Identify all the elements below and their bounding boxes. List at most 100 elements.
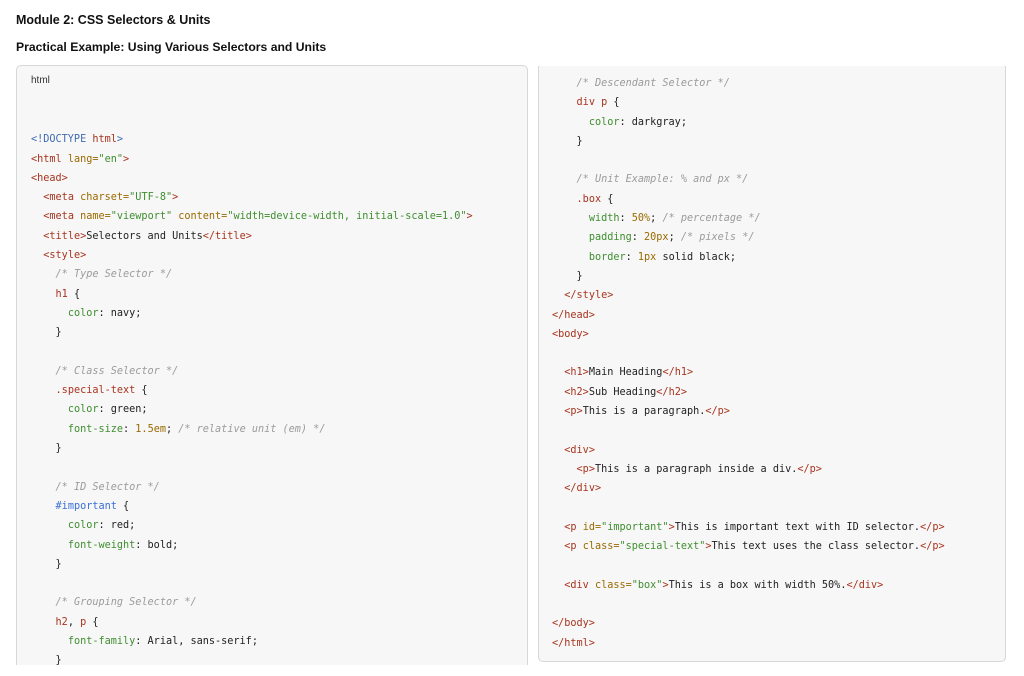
code-line: h2, p {: [31, 613, 473, 632]
code-token-cmt: /* ID Selector */: [55, 481, 160, 493]
code-line: <div class="box">This is a box with widt…: [552, 576, 945, 595]
code-line: /* Type Selector */: [31, 265, 473, 284]
code-token-plain: ,: [67, 616, 81, 628]
code-line: }: [552, 132, 945, 151]
code-line: <head>: [31, 169, 473, 188]
code-line: <h2>Sub Heading</h2>: [552, 383, 945, 402]
code-line: <style>: [31, 246, 473, 265]
code-token-attr: class=: [594, 579, 632, 591]
code-line: </head>: [552, 306, 945, 325]
code-line: color: red;: [31, 516, 473, 535]
code-token-num: 20px: [644, 232, 669, 244]
code-line: }: [31, 555, 473, 574]
code-token-str: "en": [98, 153, 124, 165]
code-token-plain: This text uses the class selector.: [711, 541, 921, 553]
code-line: .box {: [552, 190, 945, 209]
code-token-cmt: /* Class Selector */: [55, 365, 179, 377]
code-token-prop: font-family: [67, 636, 136, 648]
code-token-str: "important": [601, 521, 669, 533]
code-token-tag: >: [466, 211, 473, 223]
code-token-plain: : navy;: [98, 307, 142, 319]
code-token-plain: {: [607, 97, 620, 109]
code-token-num: 50%: [631, 213, 651, 225]
code-token-plain: }: [552, 135, 583, 147]
code-token-plain: This is important text with ID selector.: [674, 521, 921, 533]
code-token-sel: h2: [55, 616, 68, 628]
code-line: }: [552, 267, 945, 286]
code-line: color: darkgray;: [552, 113, 945, 132]
code-token-prop: color: [588, 116, 620, 128]
code-token-plain: }: [552, 270, 583, 282]
code-token-plain: ;: [165, 423, 179, 435]
code-line: <p>This is a paragraph inside a div.</p>: [552, 460, 945, 479]
code-token-plain: :: [123, 423, 136, 435]
code-token-tag: </h2>: [656, 386, 687, 398]
code-line: .special-text {: [31, 381, 473, 400]
code-line: </html>: [552, 634, 945, 653]
code-token-cmt: /* percentage */: [662, 213, 761, 225]
code-token-plain: This is a paragraph.: [582, 406, 706, 418]
code-token-attr: id=: [582, 521, 602, 533]
code-line: <p>This is a paragraph.</p>: [552, 402, 945, 421]
code-token-sel: h1: [55, 288, 68, 300]
code-line: font-family: Arial, sans-serif;: [31, 632, 473, 651]
code-token-prop: color: [67, 404, 99, 416]
code-token-plain: : bold;: [135, 539, 179, 551]
code-token-plain: : green;: [98, 404, 148, 416]
code-listing-left[interactable]: <!DOCTYPE html> <html lang="en"> <head> <m…: [31, 111, 473, 665]
code-line: </div>: [552, 479, 945, 498]
code-token-prop: width: [588, 213, 620, 225]
code-token-plain: Selectors and Units: [86, 230, 203, 242]
code-token-cmt: /* Unit Example: % and px */: [576, 174, 749, 186]
code-token-cmt: /* pixels */: [680, 232, 755, 244]
code-token-plain: ;: [650, 213, 663, 225]
code-line: <div>: [552, 441, 945, 460]
code-token-tag: </p>: [797, 463, 822, 475]
code-line: <body>: [552, 325, 945, 344]
code-language-label: html: [31, 75, 50, 86]
code-token-tag: </style>: [564, 290, 614, 302]
code-token-tag: <title>: [43, 230, 87, 242]
code-line: div p {: [552, 93, 945, 112]
code-token-tag: </html>: [552, 637, 595, 649]
code-token-tag: </h1>: [662, 367, 694, 379]
code-line: <meta charset="UTF-8">: [31, 188, 473, 207]
code-token-plain: {: [601, 193, 614, 205]
code-block-panel-right: /* Descendant Selector */ div p { color:…: [538, 66, 1006, 662]
code-token-attr: name=: [80, 211, 111, 223]
code-line: /* Class Selector */: [31, 362, 473, 381]
code-token-tag: <p: [564, 541, 583, 553]
code-token-tag: </head>: [552, 309, 595, 321]
code-token-str: "special-text": [619, 541, 706, 553]
code-token-cmt: /* Grouping Selector */: [55, 597, 197, 609]
code-token-tag: <html: [31, 153, 68, 165]
code-line: </body>: [552, 614, 945, 633]
code-token-tag: <p>: [576, 463, 595, 475]
code-token-sel: .box: [576, 193, 602, 205]
code-token-prop: font-weight: [67, 539, 136, 551]
code-listing-right[interactable]: /* Descendant Selector */ div p { color:…: [552, 74, 945, 653]
code-token-cmt: /* relative unit (em) */: [178, 423, 326, 435]
code-token-tag: <h1>: [564, 367, 589, 379]
